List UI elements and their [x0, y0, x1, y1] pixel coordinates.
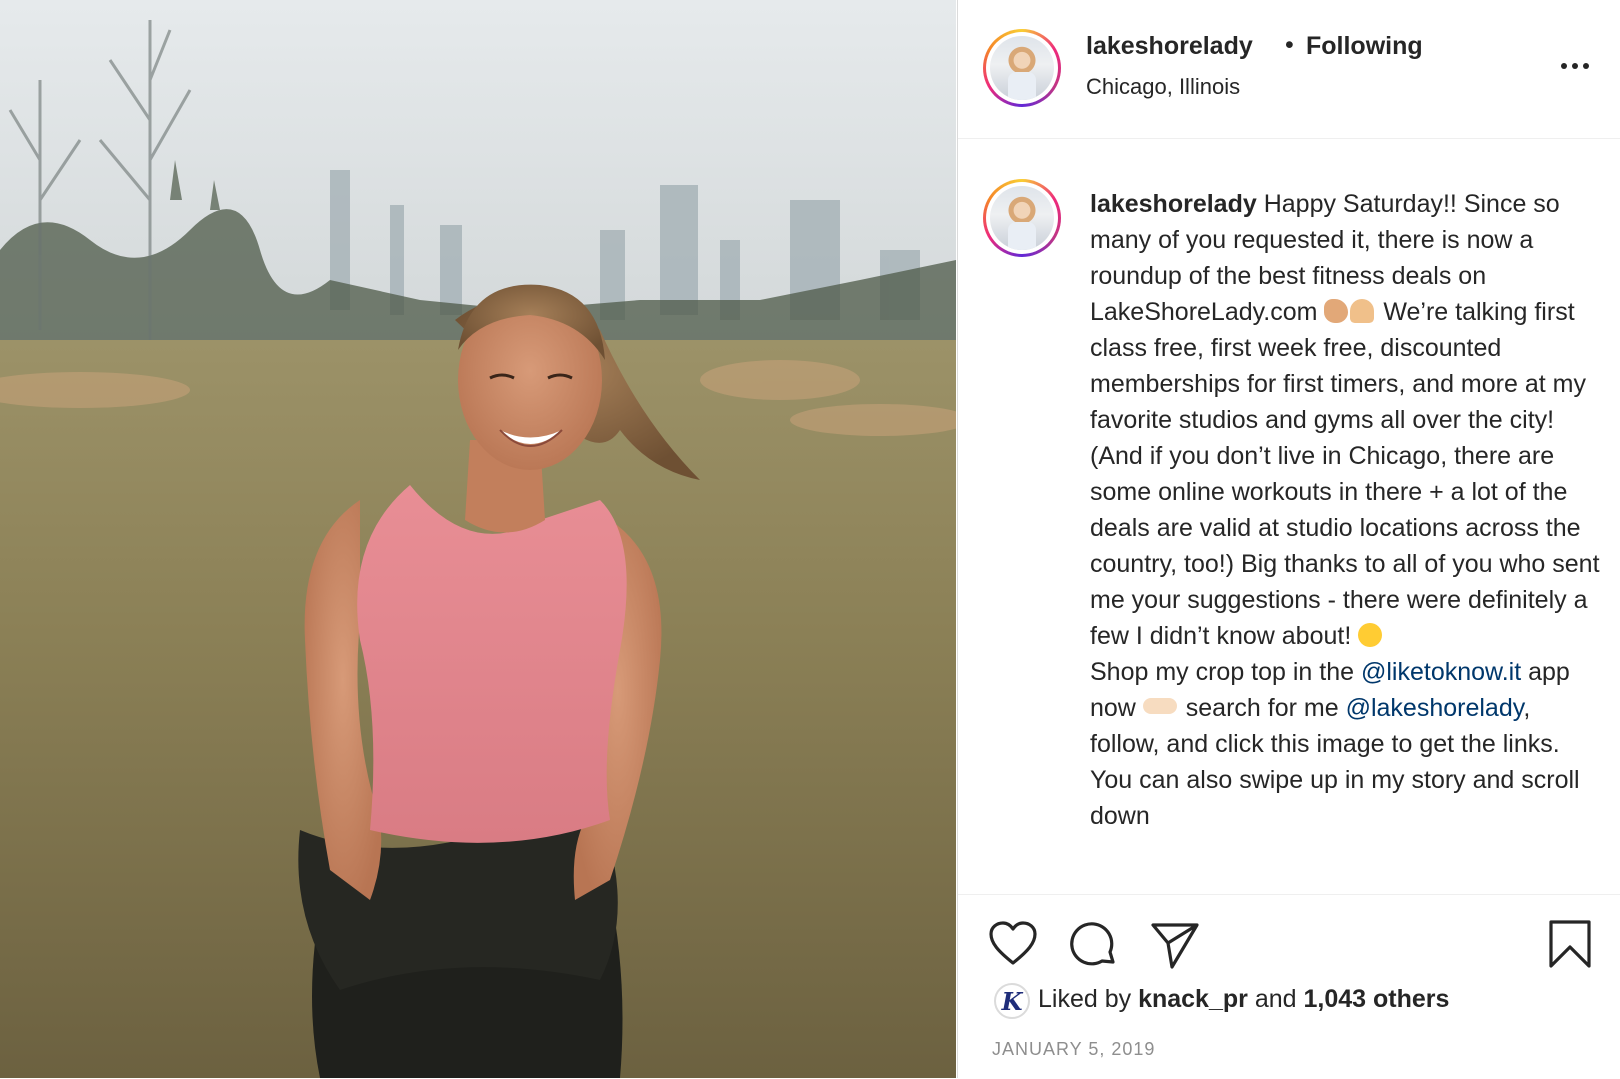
flexed-biceps-emoji-icon — [1324, 299, 1349, 323]
post-actions-bar: K Liked by knack_pr and 1,043 others JAN… — [958, 894, 1620, 1079]
avatar-picture — [990, 36, 1054, 100]
liker-username[interactable]: knack_pr — [1138, 985, 1248, 1013]
mention-link[interactable]: @liketoknow.it — [1361, 658, 1521, 686]
liked-by-summary[interactable]: Liked by knack_pr and 1,043 others — [1038, 985, 1449, 1014]
pointing-right-emoji-icon — [1142, 698, 1177, 714]
caption-text: We’re talking first class free, first we… — [1090, 298, 1600, 650]
post-photo-illustration — [0, 0, 956, 1078]
author-username[interactable]: lakeshorelady — [1086, 32, 1253, 61]
share-icon[interactable] — [1150, 921, 1200, 969]
liked-by-and: and — [1254, 985, 1297, 1013]
following-button[interactable]: Following — [1306, 32, 1423, 61]
post-header: lakeshorelady • Following Chicago, Illin… — [958, 0, 1620, 139]
caption-text: Shop my crop top in the — [1090, 658, 1355, 686]
post-location[interactable]: Chicago, Illinois — [1086, 74, 1240, 100]
folded-hands-emoji-icon — [1350, 299, 1375, 323]
likes-count[interactable]: 1,043 others — [1304, 985, 1450, 1013]
more-dot — [1561, 63, 1567, 69]
caption-text: search for me — [1185, 694, 1339, 722]
header-separator: • — [1285, 31, 1294, 59]
caption-author-avatar[interactable] — [983, 179, 1061, 257]
caption-username[interactable]: lakeshorelady — [1090, 190, 1257, 218]
more-dot — [1583, 63, 1589, 69]
mention-link[interactable]: @lakeshorelady — [1346, 694, 1524, 722]
post-side-panel: lakeshorelady • Following Chicago, Illin… — [957, 0, 1620, 1078]
post-photo[interactable] — [0, 0, 956, 1078]
more-dot — [1572, 63, 1578, 69]
liked-by-prefix: Liked by — [1038, 985, 1132, 1013]
bookmark-icon[interactable] — [1548, 919, 1592, 969]
post-date[interactable]: JANUARY 5, 2019 — [992, 1039, 1155, 1060]
liker-avatar[interactable]: K — [994, 983, 1030, 1019]
caption-scroll-area[interactable]: lakeshorelady Happy Saturday!! Since so … — [958, 139, 1620, 894]
heart-icon[interactable] — [988, 921, 1038, 967]
author-avatar[interactable] — [983, 29, 1061, 107]
avatar-picture — [990, 186, 1054, 250]
comment-icon[interactable] — [1069, 921, 1119, 971]
avatar-ring-inner — [986, 182, 1058, 254]
kiss-face-emoji-icon — [1358, 623, 1383, 647]
avatar-ring-inner — [986, 32, 1058, 104]
post-caption: lakeshorelady Happy Saturday!! Since so … — [1090, 186, 1600, 834]
more-options-icon[interactable] — [1561, 56, 1595, 74]
